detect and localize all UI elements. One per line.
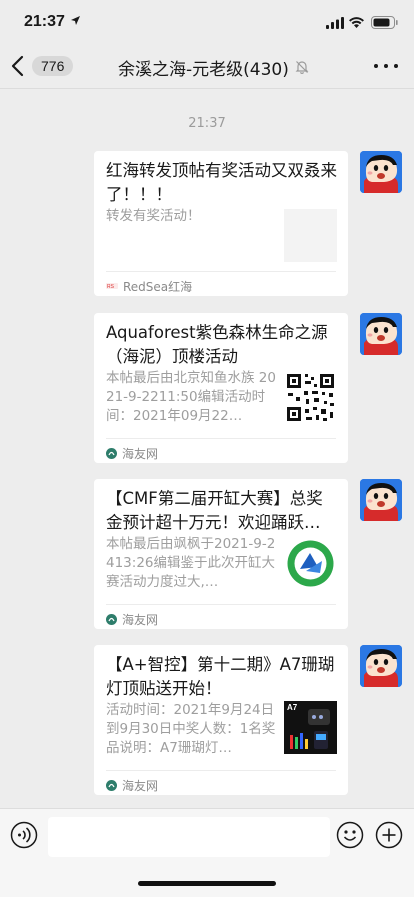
- back-button[interactable]: 776: [8, 52, 78, 80]
- qr-code-thumbnail: [284, 371, 337, 424]
- message-input[interactable]: [48, 817, 330, 857]
- card-title: Aquaforest紫色森林生命之源（海泥）顶楼活动: [106, 323, 328, 366]
- card-source: 海友网: [106, 438, 336, 467]
- contest-logo-icon: [284, 537, 337, 590]
- message-timestamp: 21:37: [188, 116, 226, 131]
- more-options-button[interactable]: [374, 56, 398, 76]
- cartoon-avatar-icon: [360, 313, 402, 355]
- cartoon-avatar-icon: [360, 151, 402, 193]
- haiyou-logo-icon: [106, 447, 117, 459]
- dot-icon: [384, 64, 388, 68]
- product-thumbnail: A7: [284, 701, 337, 754]
- link-card-message[interactable]: 红海转发顶帖有奖活动又双叒来了！！！ 转发有奖活动！ RS RedSea红海: [94, 151, 348, 296]
- voice-input-icon[interactable]: [10, 821, 38, 849]
- card-description: 本帖最后由北京知鱼水族 2021-9-2211:50编辑活动时间：2021年09…: [106, 370, 276, 424]
- cartoon-avatar-icon: [360, 645, 402, 687]
- plus-icon[interactable]: [375, 821, 403, 849]
- card-thumbnail: [284, 537, 337, 590]
- cartoon-avatar-icon: [360, 479, 402, 521]
- card-description: 转发有奖活动！: [106, 208, 201, 224]
- card-description: 活动时间：2021年9月24日到9月30日中奖人数：1名奖品说明：A7珊瑚灯…: [106, 702, 276, 756]
- emoji-icon[interactable]: [336, 821, 364, 849]
- coral-lamp-icon: [290, 709, 330, 749]
- chat-header: 776 余溪之海-元老级(430): [0, 44, 414, 89]
- card-source: 海友网: [106, 770, 336, 799]
- chat-title: 余溪之海-元老级(430): [118, 60, 289, 80]
- card-source: 海友网: [106, 604, 336, 633]
- avatar[interactable]: [360, 151, 402, 193]
- mute-bell-icon: [295, 61, 309, 74]
- source-name: 海友网: [122, 778, 159, 793]
- cellular-signal-icon: [326, 17, 344, 29]
- avatar[interactable]: [360, 479, 402, 521]
- source-name: RedSea红海: [123, 279, 193, 294]
- qr-code-icon: [284, 371, 337, 424]
- card-description: 本帖最后由飒枫于2021-9-2413:26编辑鉴于此次开缸大赛活动力度过大,…: [106, 536, 276, 590]
- unread-count-badge: 776: [32, 56, 74, 76]
- chevron-left-icon: [11, 55, 24, 77]
- wifi-icon: [349, 17, 364, 28]
- home-indicator[interactable]: [138, 881, 276, 886]
- avatar[interactable]: [360, 645, 402, 687]
- status-time: 21:37: [24, 13, 65, 30]
- card-title: 【A+智控】第十二期》A7珊瑚灯顶贴送开始！: [106, 655, 335, 698]
- card-title: 红海转发顶帖有奖活动又双叒来了！！！: [106, 161, 337, 204]
- battery-icon: [371, 16, 398, 29]
- source-name: 海友网: [122, 612, 159, 627]
- card-source: RS RedSea红海: [106, 271, 336, 300]
- avatar[interactable]: [360, 313, 402, 355]
- link-card-message[interactable]: Aquaforest紫色森林生命之源（海泥）顶楼活动 本帖最后由北京知鱼水族 2…: [94, 313, 348, 463]
- dot-icon: [394, 64, 398, 68]
- link-card-message[interactable]: 【CMF第二届开缸大赛】总奖金预计超十万元！欢迎踊跃… 本帖最后由飒枫于2021…: [94, 479, 348, 629]
- location-arrow-icon: [71, 16, 80, 25]
- card-thumbnail: [284, 209, 337, 262]
- source-name: 海友网: [122, 446, 159, 461]
- haiyou-logo-icon: [106, 613, 117, 625]
- redsea-logo-icon: RS: [106, 283, 118, 290]
- svg-text:RS: RS: [107, 284, 115, 290]
- status-bar: 21:37: [0, 0, 414, 44]
- dot-icon: [374, 64, 378, 68]
- haiyou-logo-icon: [106, 779, 117, 791]
- card-title: 【CMF第二届开缸大赛】总奖金预计超十万元！欢迎踊跃…: [106, 489, 323, 532]
- link-card-message[interactable]: 【A+智控】第十二期》A7珊瑚灯顶贴送开始！ 活动时间：2021年9月24日到9…: [94, 645, 348, 795]
